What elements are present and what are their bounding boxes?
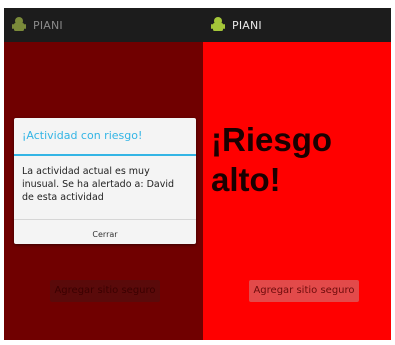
dialog-title: ¡Actividad con riesgo! <box>22 129 143 142</box>
left-screen: PIANI Agregar sitio seguro ¡Actividad co… <box>4 8 203 340</box>
action-bar: PIANI <box>203 8 391 42</box>
screen-content: ¡Riesgo alto! Agregar sitio seguro <box>203 42 391 340</box>
risk-dialog: ¡Actividad con riesgo! La actividad actu… <box>14 118 196 244</box>
add-safe-place-button[interactable]: Agregar sitio seguro <box>249 280 359 302</box>
high-risk-line-2: alto! <box>211 161 281 198</box>
dialog-message: La actividad actual es muy inusual. Se h… <box>22 166 174 203</box>
android-icon <box>211 17 225 31</box>
high-risk-line-1: ¡Riesgo <box>211 121 333 158</box>
close-button[interactable]: Cerrar <box>14 220 196 244</box>
screenshot-pair: PIANI Agregar sitio seguro ¡Actividad co… <box>4 8 391 340</box>
right-screen: PIANI ¡Riesgo alto! Agregar sitio seguro <box>203 8 391 340</box>
high-risk-heading: ¡Riesgo alto! <box>211 120 332 200</box>
app-title: PIANI <box>232 18 262 32</box>
